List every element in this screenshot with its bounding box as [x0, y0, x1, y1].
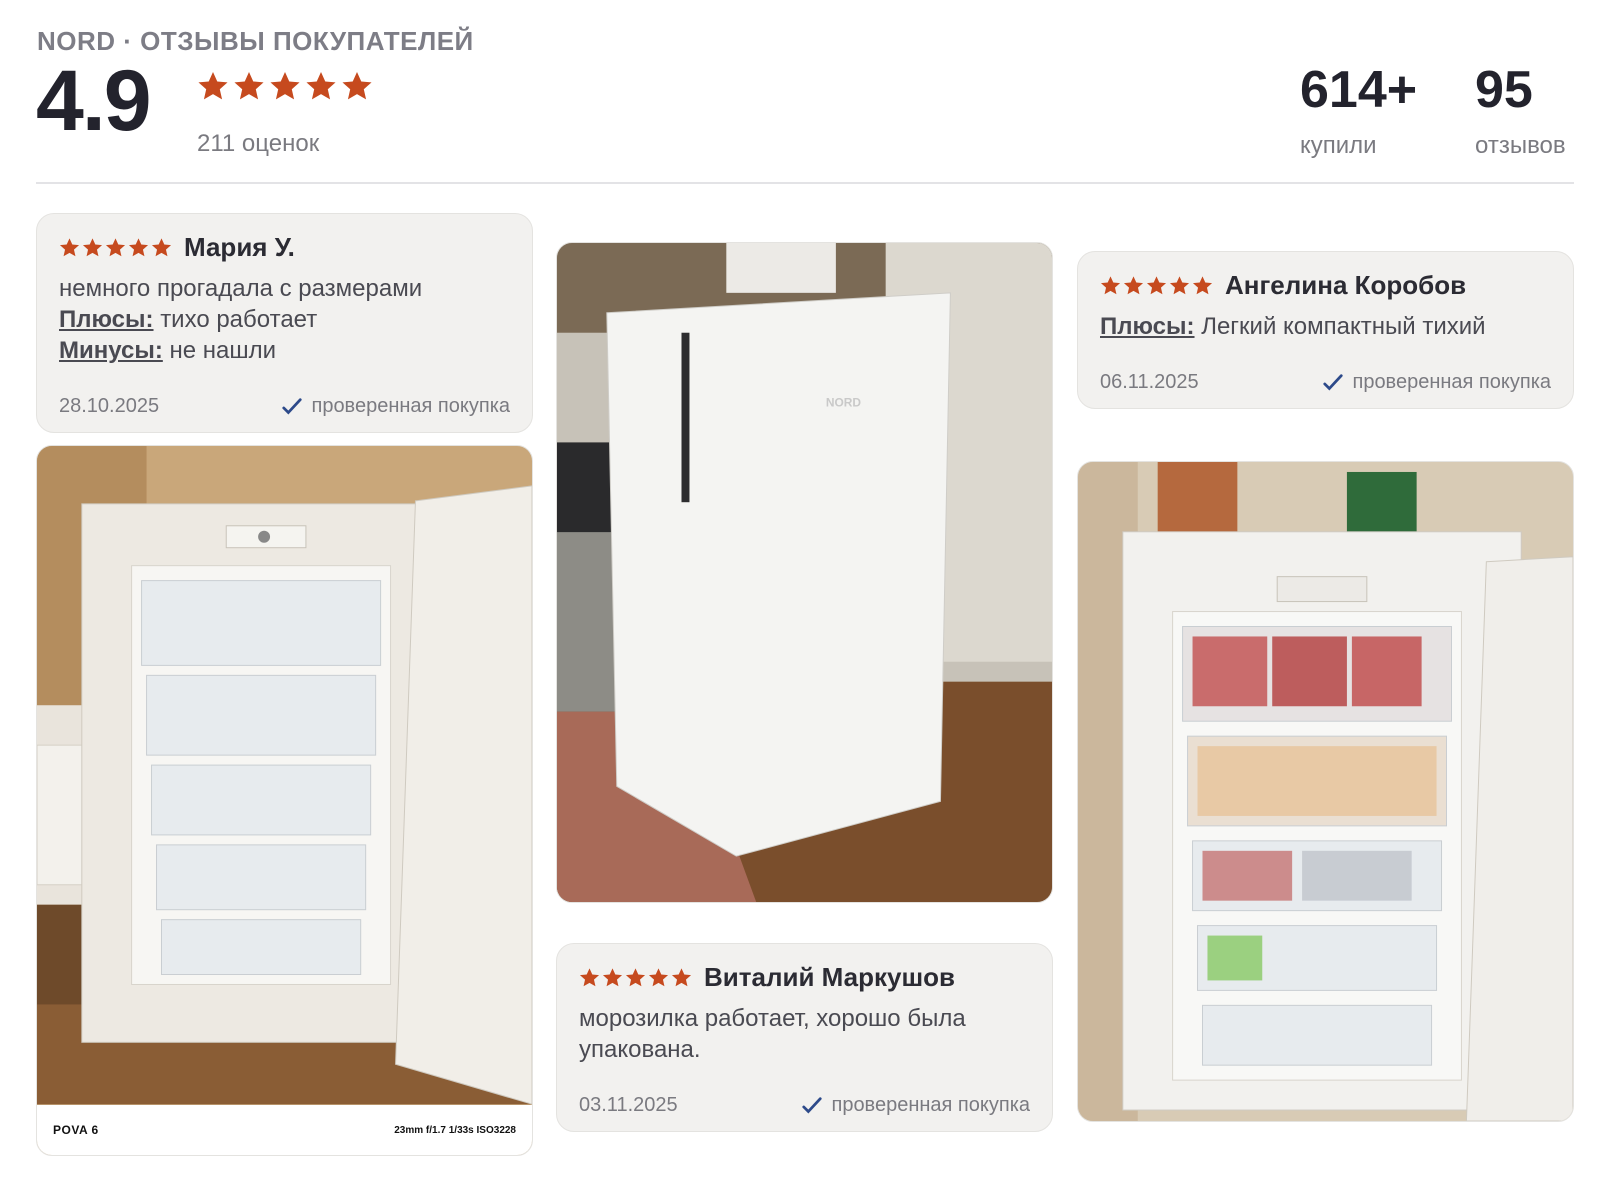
star-icon [151, 238, 172, 257]
star-icon [648, 968, 669, 987]
star-icon [270, 72, 300, 100]
review-photo[interactable] [1077, 461, 1574, 1122]
filled-freezer-image [1078, 462, 1573, 1121]
star-icon [602, 968, 623, 987]
ratings-count: 211 оценок [197, 130, 320, 157]
pros-label: Плюсы: [59, 306, 154, 333]
star-icon [198, 72, 228, 100]
review-date: 28.10.2025 [59, 395, 160, 417]
star-icon [59, 238, 80, 257]
review-text: немного прогадала с размерами [59, 275, 423, 302]
star-icon [342, 72, 372, 100]
review-card[interactable]: Виталий Маркушов морозилка работает, хор… [556, 943, 1053, 1132]
verified-label: проверенная покупка [1352, 371, 1551, 393]
review-stars [59, 237, 172, 258]
camera-caption: POVA 6 23mm f/1.7 1/33s ISO3228 [37, 1105, 532, 1155]
closed-freezer-image: NORD [557, 243, 1052, 902]
review-date: 03.11.2025 [579, 1094, 678, 1116]
verified-badge: проверенная покупка [281, 395, 510, 418]
star-icon [306, 72, 336, 100]
stat-bought-label: купили [1300, 132, 1377, 159]
camera-model: POVA 6 [53, 1123, 99, 1137]
open-freezer-image [37, 446, 532, 1155]
review-text-line: упакована. [579, 1036, 701, 1063]
appliance-logo: NORD [826, 395, 862, 409]
header-divider [36, 182, 1574, 184]
check-icon [802, 1096, 823, 1113]
star-icon [234, 72, 264, 100]
average-rating: 4.9 [36, 53, 152, 149]
review-card[interactable]: Мария У. немного прогадала с размерами П… [36, 213, 533, 433]
stat-bought-value: 614+ [1300, 61, 1418, 119]
verified-badge: проверенная покупка [1322, 371, 1551, 394]
star-icon [105, 238, 126, 257]
verified-label: проверенная покупка [311, 395, 510, 417]
stat-reviews-label: отзывов [1475, 132, 1566, 159]
stat-reviews: 95 отзывов [1475, 64, 1566, 160]
stat-bought: 614+ купили [1300, 64, 1417, 160]
star-icon [1100, 276, 1121, 295]
stat-reviews-value: 95 [1475, 61, 1533, 119]
review-date: 06.11.2025 [1100, 371, 1199, 393]
check-icon [282, 397, 303, 414]
camera-specs: 23mm f/1.7 1/33s ISO3228 [394, 1124, 516, 1136]
review-stars [1100, 275, 1213, 296]
pros-text: тихо работает [160, 306, 318, 333]
star-icon [82, 238, 103, 257]
review-text-line: морозилка работает, хорошо была [579, 1005, 966, 1032]
star-icon [1146, 276, 1167, 295]
review-author: Ангелина Коробов [1225, 270, 1467, 300]
rating-stars [197, 70, 373, 102]
star-icon [671, 968, 692, 987]
check-icon [1323, 373, 1344, 390]
star-icon [625, 968, 646, 987]
star-icon [128, 238, 149, 257]
review-author: Виталий Маркушов [704, 962, 955, 992]
star-icon [1192, 276, 1213, 295]
review-photo[interactable]: POVA 6 23mm f/1.7 1/33s ISO3228 [36, 445, 533, 1156]
review-author: Мария У. [184, 232, 295, 262]
pros-label: Плюсы: [1100, 313, 1195, 340]
cons-label: Минусы: [59, 337, 163, 364]
star-icon [1123, 276, 1144, 295]
review-photo[interactable]: NORD [556, 242, 1053, 903]
verified-label: проверенная покупка [831, 1094, 1030, 1116]
cons-text: не нашли [169, 337, 277, 364]
star-icon [579, 968, 600, 987]
review-card[interactable]: Ангелина Коробов Плюсы: Легкий компактны… [1077, 251, 1574, 409]
pros-text: Легкий компактный тихий [1201, 313, 1486, 340]
star-icon [1169, 276, 1190, 295]
verified-badge: проверенная покупка [801, 1094, 1030, 1117]
review-stars [579, 967, 692, 988]
